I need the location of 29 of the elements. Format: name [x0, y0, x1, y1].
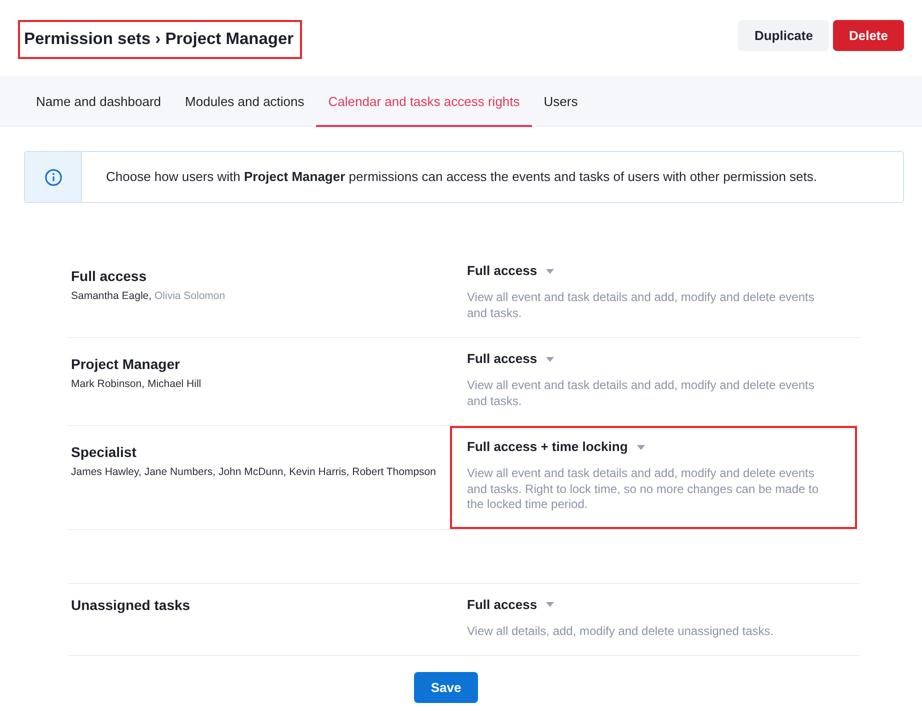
access-dropdown[interactable]: Full access + time locking: [467, 438, 645, 456]
tab[interactable]: Modules and actions: [173, 76, 316, 127]
caret-icon: [546, 268, 554, 274]
section-name: Unassigned tasks: [71, 596, 192, 614]
caret-icon: [636, 444, 645, 450]
access-dropdown[interactable]: Full access: [467, 596, 554, 614]
member-list: Samantha Eagle, Olivia Solomon: [71, 289, 450, 303]
permission-set-name: Specialist: [71, 443, 138, 461]
save-button[interactable]: Save: [414, 672, 478, 703]
member-list: Mark Robinson, Michael Hill: [71, 377, 450, 391]
caret-icon: [546, 602, 554, 607]
tab[interactable]: Name and dashboard: [24, 76, 174, 127]
tab[interactable]: Users: [532, 76, 590, 127]
info-text: Choose how users with Project Manager permissions can access the events and tasks of users with other permission sets.: [105, 168, 817, 186]
delete-button[interactable]: Delete: [832, 20, 904, 51]
info-icon: [44, 168, 62, 186]
access-description: View all details, add, modify and delete unassigned tasks.: [467, 624, 775, 639]
access-description: View all event and task details and add, modify and delete events and tasks.: [467, 290, 816, 321]
access-description: View all event and task details and add, modify and delete events and tasks.: [467, 378, 816, 409]
caret-icon: [546, 356, 554, 362]
access-dropdown[interactable]: Full access: [467, 350, 554, 368]
tab[interactable]: Calendar and tasks access rights: [316, 76, 532, 127]
member-list: James Hawley, Jane Numbers, John McDunn, Kevin Harris, Robert Thompson: [71, 465, 450, 479]
permission-set-name: Project Manager: [71, 355, 181, 373]
duplicate-button[interactable]: Duplicate: [738, 20, 829, 51]
access-description: View all event and task details and add, modify and delete events and tasks. Right to lock time, so no more changes can be made to the locked time period.: [467, 466, 820, 512]
permission-set-name: Full access: [71, 267, 148, 285]
access-dropdown[interactable]: Full access: [467, 262, 554, 280]
page-title: Permission sets › Project Manager: [24, 29, 294, 50]
